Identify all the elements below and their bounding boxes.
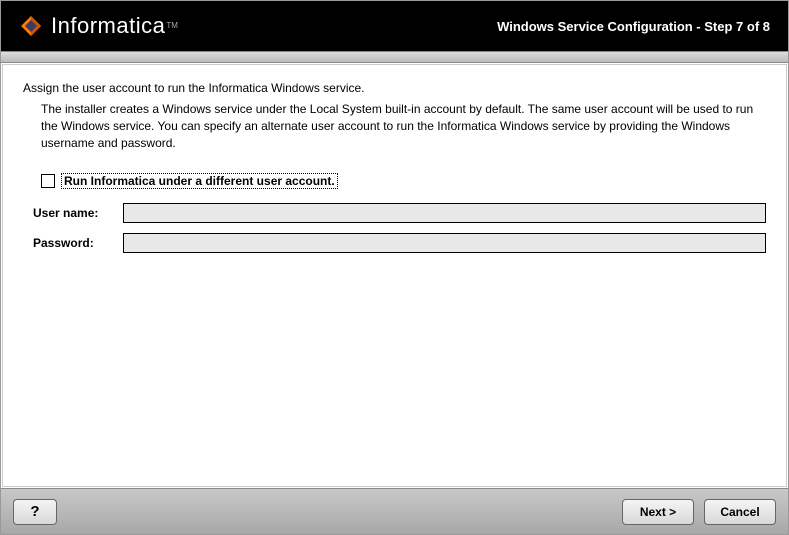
footer-right: Next > Cancel — [622, 499, 776, 525]
page-title: Windows Service Configuration - Step 7 o… — [497, 19, 770, 34]
help-button[interactable]: ? — [13, 499, 57, 525]
installer-window: InformaticaTM Windows Service Configurat… — [0, 0, 789, 535]
username-row: User name: — [33, 203, 766, 223]
username-label: User name: — [33, 206, 123, 220]
footer-bar: ? Next > Cancel — [1, 488, 788, 534]
password-label: Password: — [33, 236, 123, 250]
password-row: Password: — [33, 233, 766, 253]
brand-name: Informatica — [51, 13, 165, 38]
description-text: The installer creates a Windows service … — [41, 101, 766, 151]
brand-tm: TM — [166, 21, 178, 30]
brand-text: InformaticaTM — [51, 13, 178, 39]
next-button[interactable]: Next > — [622, 499, 694, 525]
content-panel: Assign the user account to run the Infor… — [2, 64, 787, 487]
run-different-account-label[interactable]: Run Informatica under a different user a… — [61, 173, 338, 189]
instruction-text: Assign the user account to run the Infor… — [23, 81, 766, 95]
informatica-logo-icon — [19, 14, 43, 38]
username-field[interactable] — [123, 203, 766, 223]
run-different-account-row: Run Informatica under a different user a… — [41, 173, 766, 189]
divider-bar — [1, 51, 788, 63]
cancel-button[interactable]: Cancel — [704, 499, 776, 525]
brand: InformaticaTM — [19, 13, 178, 39]
header-bar: InformaticaTM Windows Service Configurat… — [1, 1, 788, 51]
help-icon: ? — [30, 503, 39, 520]
run-different-account-checkbox[interactable] — [41, 174, 55, 188]
password-field[interactable] — [123, 233, 766, 253]
